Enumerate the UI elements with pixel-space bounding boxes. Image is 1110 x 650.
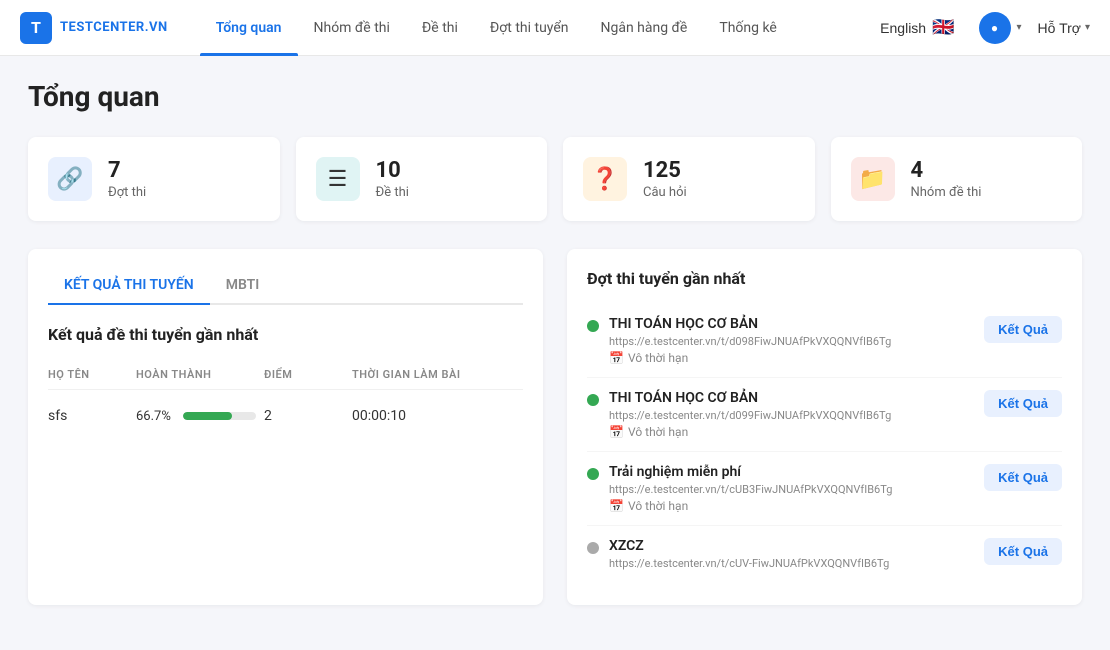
exam-name-1: THI TOÁN HỌC CƠ BẢN — [609, 390, 974, 406]
page-content: Tổng quan 🔗 7 Đợt thi ☰ 10 Đề thi ❓ 125 … — [0, 56, 1110, 629]
nhomdethi-info: 4 Nhóm đề thi — [911, 158, 982, 199]
nav-item-nhomdethi[interactable]: Nhóm đề thi — [298, 0, 406, 56]
exam-url-0: https://e.testcenter.vn/t/d098FiwJNUAfPk… — [609, 335, 974, 348]
nav-right: English 🇬🇧 ● ▾ Hỗ Trợ ▾ — [872, 8, 1090, 48]
row-completion: 66.7% — [136, 409, 256, 424]
col-thoigian: THỜI GIAN LÀM BÀI — [352, 368, 523, 381]
tab-mbti[interactable]: MBTI — [210, 269, 276, 303]
cauhoi-icon: ❓ — [583, 157, 627, 201]
exam-time-1: 📅 Vô thời hạn — [609, 425, 974, 439]
col-diem: ĐIỂM — [264, 368, 344, 381]
dothi-info: 7 Đợt thi — [108, 158, 146, 199]
exam-name-0: THI TOÁN HỌC CƠ BẢN — [609, 316, 974, 332]
exam-url-2: https://e.testcenter.vn/t/cUB3FiwJNUAfPk… — [609, 483, 974, 496]
logo[interactable]: T TESTCENTER.VN — [20, 12, 168, 44]
result-button-0[interactable]: Kết Quả — [984, 316, 1062, 343]
nav-item-tongguan[interactable]: Tổng quan — [200, 0, 298, 56]
cauhoi-info: 125 Câu hỏi — [643, 158, 687, 199]
progress-bar-fill — [183, 412, 232, 420]
dothi-icon: 🔗 — [48, 157, 92, 201]
page-title: Tổng quan — [28, 80, 1082, 113]
right-panel: Đợt thi tuyển gần nhất THI TOÁN HỌC CƠ B… — [567, 249, 1082, 605]
language-label: English — [880, 20, 926, 36]
exam-time-2: 📅 Vô thời hạn — [609, 499, 974, 513]
result-section-title: Kết quả đề thi tuyển gần nhất — [48, 325, 523, 344]
nhomdethi-icon: 📁 — [851, 157, 895, 201]
calendar-icon-1: 📅 — [609, 425, 624, 439]
row-time: 00:00:10 — [352, 408, 523, 424]
dothi-label: Đợt thi — [108, 185, 146, 200]
exam-info-2: Trải nghiệm miễn phí https://e.testcente… — [609, 464, 974, 513]
avatar-button[interactable]: ● ▾ — [975, 8, 1026, 48]
stat-card-dothi: 🔗 7 Đợt thi — [28, 137, 280, 221]
exam-name-3: XZCZ — [609, 538, 974, 554]
nhomdethi-number: 4 — [911, 158, 982, 184]
right-panel-title: Đợt thi tuyển gần nhất — [587, 269, 1062, 288]
language-button[interactable]: English 🇬🇧 — [872, 13, 962, 42]
exam-item-0: THI TOÁN HỌC CƠ BẢN https://e.testcenter… — [587, 304, 1062, 378]
result-button-3[interactable]: Kết Quả — [984, 538, 1062, 565]
chevron-down-icon: ▾ — [1085, 22, 1090, 33]
row-name: sfs — [48, 408, 128, 424]
progress-bar-bg — [183, 412, 256, 420]
tab-ketquathituyen[interactable]: KẾT QUẢ THI TUYẾN — [48, 269, 210, 303]
result-button-2[interactable]: Kết Quả — [984, 464, 1062, 491]
nav-item-dotthintuyen[interactable]: Đợt thi tuyển — [474, 0, 585, 56]
cauhoi-label: Câu hỏi — [643, 185, 687, 200]
dethi-number: 10 — [376, 158, 409, 184]
nav-item-nganhandde[interactable]: Ngân hàng đề — [585, 0, 704, 56]
dethi-label: Đề thi — [376, 185, 409, 200]
completion-pct: 66.7% — [136, 409, 171, 424]
status-dot-0 — [587, 320, 599, 332]
nav-links: Tổng quan Nhóm đề thi Đề thi Đợt thi tuy… — [200, 0, 872, 56]
stat-card-nhomdethi: 📁 4 Nhóm đề thi — [831, 137, 1083, 221]
calendar-icon-0: 📅 — [609, 351, 624, 365]
col-hoten: HỌ TÊN — [48, 368, 128, 381]
result-button-1[interactable]: Kết Quả — [984, 390, 1062, 417]
result-table-header: HỌ TÊN HOÀN THÀNH ĐIỂM THỜI GIAN LÀM BÀI — [48, 360, 523, 390]
cauhoi-number: 125 — [643, 158, 687, 184]
nhomdethi-label: Nhóm đề thi — [911, 185, 982, 200]
row-score: 2 — [264, 408, 344, 424]
dethi-icon: ☰ — [316, 157, 360, 201]
logo-text: TESTCENTER.VN — [60, 20, 168, 35]
exam-item-3: XZCZ https://e.testcenter.vn/t/cUV-FiwJN… — [587, 526, 1062, 585]
stat-cards: 🔗 7 Đợt thi ☰ 10 Đề thi ❓ 125 Câu hỏi 📁 … — [28, 137, 1082, 221]
stat-card-cauhoi: ❓ 125 Câu hỏi — [563, 137, 815, 221]
col-hoanthanh: HOÀN THÀNH — [136, 368, 256, 381]
calendar-icon-2: 📅 — [609, 499, 624, 513]
table-row: sfs 66.7% 2 00:00:10 — [48, 398, 523, 434]
tab-row: KẾT QUẢ THI TUYẾN MBTI — [48, 269, 523, 305]
avatar: ● — [979, 12, 1011, 44]
exam-item-2: Trải nghiệm miễn phí https://e.testcente… — [587, 452, 1062, 526]
flag-icon: 🇬🇧 — [932, 17, 954, 38]
status-dot-3 — [587, 542, 599, 554]
chevron-down-icon: ▾ — [1017, 22, 1022, 33]
dethi-info: 10 Đề thi — [376, 158, 409, 199]
exam-item-1: THI TOÁN HỌC CƠ BẢN https://e.testcenter… — [587, 378, 1062, 452]
dothi-number: 7 — [108, 158, 146, 184]
help-label: Hỗ Trợ — [1038, 20, 1081, 36]
logo-icon: T — [20, 12, 52, 44]
exam-url-3: https://e.testcenter.vn/t/cUV-FiwJNUAfPk… — [609, 557, 974, 570]
left-panel: KẾT QUẢ THI TUYẾN MBTI Kết quả đề thi tu… — [28, 249, 543, 605]
stat-card-dethi: ☰ 10 Đề thi — [296, 137, 548, 221]
status-dot-2 — [587, 468, 599, 480]
status-dot-1 — [587, 394, 599, 406]
nav-item-thongke[interactable]: Thống kê — [703, 0, 793, 56]
exam-name-2: Trải nghiệm miễn phí — [609, 464, 974, 480]
exam-url-1: https://e.testcenter.vn/t/d099FiwJNUAfPk… — [609, 409, 974, 422]
help-button[interactable]: Hỗ Trợ ▾ — [1038, 20, 1090, 36]
exam-time-0: 📅 Vô thời hạn — [609, 351, 974, 365]
bottom-grid: KẾT QUẢ THI TUYẾN MBTI Kết quả đề thi tu… — [28, 249, 1082, 605]
exam-info-0: THI TOÁN HỌC CƠ BẢN https://e.testcenter… — [609, 316, 974, 365]
navbar: T TESTCENTER.VN Tổng quan Nhóm đề thi Đề… — [0, 0, 1110, 56]
nav-item-dethi[interactable]: Đề thi — [406, 0, 474, 56]
exam-info-1: THI TOÁN HỌC CƠ BẢN https://e.testcenter… — [609, 390, 974, 439]
exam-info-3: XZCZ https://e.testcenter.vn/t/cUV-FiwJN… — [609, 538, 974, 573]
